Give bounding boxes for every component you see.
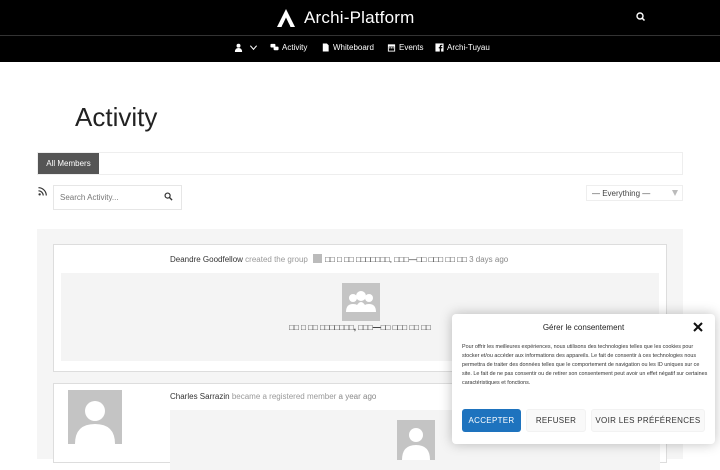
- activity-user-link[interactable]: Deandre Goodfellow: [170, 255, 243, 264]
- nav-archi-tuyau-label: Archi-Tuyau: [447, 43, 490, 52]
- nav-whiteboard-label: Whiteboard: [333, 43, 374, 52]
- group-thumbnail[interactable]: [313, 254, 323, 263]
- avatar[interactable]: [397, 420, 435, 460]
- nav-activity[interactable]: Activity: [270, 43, 307, 52]
- activity-time[interactable]: a year ago: [339, 392, 377, 401]
- consent-text: Pour offrir les meilleures expériences, …: [462, 344, 708, 386]
- activity-filter-select[interactable]: — Everything —: [586, 185, 683, 201]
- user-icon: [234, 43, 243, 52]
- main-nav: Activity Whiteboard Events Archi-Tuyau: [0, 35, 720, 62]
- activity-tabs: All Members: [37, 152, 683, 175]
- refuse-button[interactable]: REFUSER: [526, 409, 586, 432]
- logo-icon: [277, 9, 295, 27]
- group-link[interactable]: □□ □ □□ □□□□□□□, □□□—□□ □□□ □□ □□: [325, 255, 467, 264]
- chevron-down-icon: [672, 190, 678, 196]
- activity-header: Charles Sarrazin became a registered mem…: [170, 392, 376, 401]
- nav-events-label: Events: [399, 43, 424, 52]
- consent-title: Gérer le consentement: [542, 323, 625, 332]
- search-icon[interactable]: [634, 10, 648, 24]
- group-icon: [346, 291, 376, 312]
- cookie-consent-dialog: Gérer le consentement Pour offrir les me…: [452, 314, 715, 444]
- nav-activity-label: Activity: [282, 43, 308, 52]
- document-icon: [322, 43, 329, 52]
- activity-user-link[interactable]: Charles Sarrazin: [170, 392, 230, 401]
- search-input[interactable]: [54, 186, 154, 209]
- facebook-icon: [435, 43, 444, 52]
- avatar[interactable]: [68, 390, 122, 444]
- activity-header: Deandre Goodfellow created the group □□ …: [170, 254, 508, 264]
- activity-action: created the group: [245, 255, 308, 264]
- filter-value: — Everything —: [592, 188, 651, 198]
- comments-icon: [270, 43, 279, 51]
- preferences-button[interactable]: VOIR LES PRÉFÉRENCES: [591, 409, 705, 432]
- activity-search: [53, 185, 182, 210]
- site-title: Archi-Platform: [304, 8, 415, 27]
- activity-time[interactable]: 3 days ago: [469, 255, 508, 264]
- calendar-icon: [387, 44, 396, 52]
- nav-events[interactable]: Events: [387, 43, 423, 52]
- activity-action: became a registered member: [231, 392, 337, 401]
- nav-archi-tuyau[interactable]: Archi-Tuyau: [435, 43, 490, 52]
- user-placeholder-icon: [75, 401, 115, 444]
- site-logo[interactable]: Archi-Platform: [276, 7, 415, 29]
- site-header: Archi-Platform: [0, 0, 720, 35]
- accept-button[interactable]: ACCEPTER: [462, 409, 521, 432]
- chevron-down-icon: [249, 45, 258, 51]
- search-icon[interactable]: [164, 192, 173, 201]
- nav-user-menu[interactable]: [234, 43, 258, 52]
- rss-icon[interactable]: [38, 187, 47, 196]
- nav-whiteboard[interactable]: Whiteboard: [321, 43, 374, 52]
- page-title: Activity: [75, 102, 158, 132]
- user-placeholder-icon: [402, 428, 430, 460]
- close-icon[interactable]: [692, 321, 704, 333]
- tab-all-members[interactable]: All Members: [38, 153, 99, 174]
- group-avatar[interactable]: [342, 283, 380, 321]
